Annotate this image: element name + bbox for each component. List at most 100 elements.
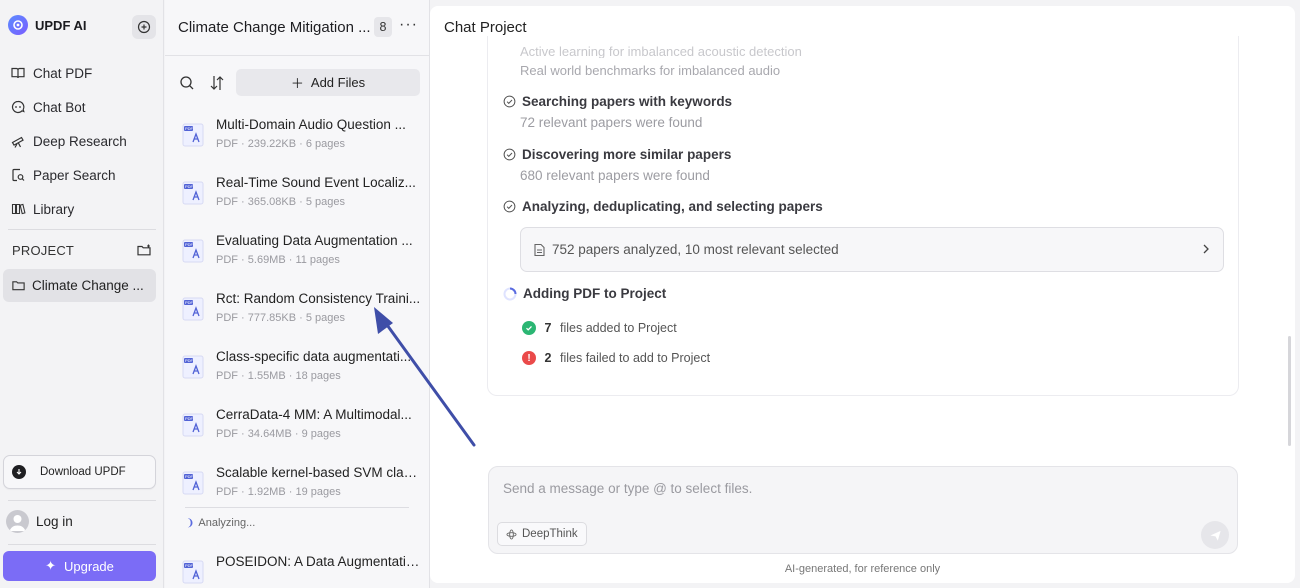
nav-item-library[interactable]: Library — [8, 195, 156, 223]
nav-item-chat-pdf[interactable]: Chat PDF — [8, 59, 156, 87]
nav-item-deep-research[interactable]: Deep Research — [8, 127, 156, 155]
message-input[interactable] — [503, 481, 1183, 496]
files-panel-header: Climate Change Mitigation ... 8 ··· — [165, 0, 430, 56]
file-list-item[interactable]: PDF Class-specific data augmentati... PD… — [179, 347, 419, 393]
file-list-item[interactable]: PDF CerraData-4 MM: A Multimodal... PDF … — [179, 405, 419, 451]
added-label: files added to Project — [560, 321, 677, 335]
query-line: Real world benchmarks for imbalanced aud… — [520, 63, 781, 78]
upgrade-button[interactable]: ✦ Upgrade — [3, 551, 156, 581]
ai-disclaimer: AI-generated, for reference only — [784, 563, 941, 575]
login-label: Log in — [36, 514, 73, 529]
telescope-icon — [11, 136, 24, 148]
failed-label: files failed to add to Project — [560, 351, 711, 365]
nav-item-label: Chat Bot — [33, 99, 86, 115]
chat-bot-icon — [11, 100, 25, 114]
check-circle-icon — [503, 95, 516, 108]
project-section-header: PROJECT — [12, 242, 152, 258]
divider — [8, 544, 156, 545]
new-chat-icon — [137, 20, 151, 34]
divider — [185, 507, 409, 508]
step-subtitle: 680 relevant papers were found — [520, 168, 710, 183]
new-chat-button[interactable] — [132, 15, 156, 39]
file-list-item[interactable]: PDF Evaluating Data Augmentation ... PDF… — [179, 231, 419, 277]
step-title: Analyzing, deduplicating, and selecting … — [522, 199, 823, 214]
divider — [8, 229, 156, 230]
file-name: Real-Time Sound Event Localiz... — [216, 175, 416, 190]
avatar-icon — [6, 510, 29, 533]
file-list-item[interactable]: PDF Real-Time Sound Event Localiz... PDF… — [179, 173, 419, 219]
folder-icon — [12, 281, 25, 291]
failed-count: 2 — [544, 351, 552, 365]
file-meta: PDF · 239.22KB · 6 pages — [216, 138, 346, 150]
file-list-item[interactable]: PDF POSEIDON: A Data Augmentatio... — [179, 552, 421, 588]
pdf-file-icon: PDF — [182, 355, 204, 379]
deepthink-toggle[interactable]: DeepThink — [497, 522, 587, 546]
file-name: CerraData-4 MM: A Multimodal... — [216, 407, 412, 422]
sparkle-icon: ✦ — [45, 558, 57, 573]
scrollbar[interactable] — [1288, 336, 1291, 446]
chat-panel: Chat Project Active learning for imbalan… — [430, 6, 1295, 583]
error-icon: ! — [522, 351, 536, 365]
search-icon[interactable] — [179, 75, 195, 94]
check-circle-icon — [503, 148, 516, 161]
query-line: Active learning for imbalanced acoustic … — [520, 44, 802, 58]
step-analyzing: Analyzing, deduplicating, and selecting … — [503, 199, 823, 214]
files-panel: Climate Change Mitigation ... 8 ··· ＋ Ad… — [165, 0, 430, 588]
file-meta: PDF · 1.55MB · 18 pages — [216, 370, 341, 382]
deepthink-label: DeepThink — [522, 528, 578, 540]
step-title: Discovering more similar papers — [522, 147, 732, 162]
chevron-right-icon — [1203, 244, 1209, 254]
login-button[interactable]: Log in — [6, 510, 73, 533]
loading-icon: ❩ — [186, 517, 195, 529]
step-discovering: Discovering more similar papers — [503, 147, 731, 162]
svg-text:PDF: PDF — [185, 358, 194, 363]
add-files-button[interactable]: ＋ Add Files — [236, 69, 420, 96]
files-failed-result: ! 2 files failed to add to Project — [522, 351, 710, 365]
svg-text:PDF: PDF — [185, 184, 194, 189]
added-count: 7 — [544, 321, 552, 335]
papers-summary-row[interactable]: 752 papers analyzed, 10 most relevant se… — [520, 227, 1224, 272]
file-meta: PDF · 5.69MB · 11 pages — [216, 254, 340, 266]
check-circle-icon — [503, 200, 516, 213]
svg-text:PDF: PDF — [185, 416, 194, 421]
file-list-item[interactable]: PDF Multi-Domain Audio Question ... PDF … — [179, 115, 419, 161]
updf-logo-icon — [8, 15, 28, 35]
send-button[interactable] — [1201, 521, 1229, 549]
svg-text:PDF: PDF — [185, 242, 194, 247]
file-meta: PDF · 365.08KB · 5 pages — [216, 196, 346, 208]
project-item-climate-change[interactable]: Climate Change ... — [3, 269, 156, 302]
more-options-icon[interactable]: ··· — [399, 16, 418, 34]
divider — [8, 500, 156, 501]
file-meta: PDF · 1.92MB · 19 pages — [216, 486, 341, 498]
chat-title: Chat Project — [444, 19, 527, 36]
sort-icon[interactable] — [209, 74, 225, 95]
project-item-label: Climate Change ... — [32, 278, 144, 293]
file-name: Evaluating Data Augmentation ... — [216, 233, 413, 248]
nav-item-paper-search[interactable]: Paper Search — [8, 161, 156, 189]
file-list-item[interactable]: PDF Scalable kernel-based SVM class... P… — [179, 463, 421, 509]
message-composer: DeepThink — [488, 466, 1238, 554]
pdf-file-icon: PDF — [182, 297, 204, 321]
left-sidebar: UPDF AI Chat PDF Chat Bot Deep Research … — [0, 0, 164, 588]
file-list-item[interactable]: PDF Rct: Random Consistency Traini... PD… — [179, 289, 421, 335]
analyzing-label: Analyzing... — [198, 517, 256, 529]
download-icon — [12, 465, 26, 479]
spinner-icon — [503, 287, 517, 300]
new-folder-icon[interactable] — [136, 242, 152, 258]
nav-item-chat-bot[interactable]: Chat Bot — [8, 93, 156, 121]
analyzing-status: ❩ Analyzing... — [186, 517, 255, 529]
pdf-file-icon: PDF — [182, 181, 204, 205]
download-updf-button[interactable]: Download UPDF — [3, 455, 156, 489]
plus-icon: ＋ — [290, 76, 304, 91]
project-title: Climate Change Mitigation ... — [178, 19, 371, 36]
project-header-label: PROJECT — [12, 242, 75, 258]
file-name: Multi-Domain Audio Question ... — [216, 117, 406, 132]
svg-text:PDF: PDF — [185, 474, 194, 479]
file-name: Rct: Random Consistency Traini... — [216, 291, 421, 306]
summary-label: 752 papers analyzed, 10 most relevant se… — [552, 242, 839, 257]
download-label: Download UPDF — [40, 466, 126, 478]
brand[interactable]: UPDF AI — [8, 15, 87, 35]
library-icon — [11, 203, 26, 215]
svg-text:PDF: PDF — [185, 126, 194, 131]
pdf-file-icon: PDF — [182, 123, 204, 147]
